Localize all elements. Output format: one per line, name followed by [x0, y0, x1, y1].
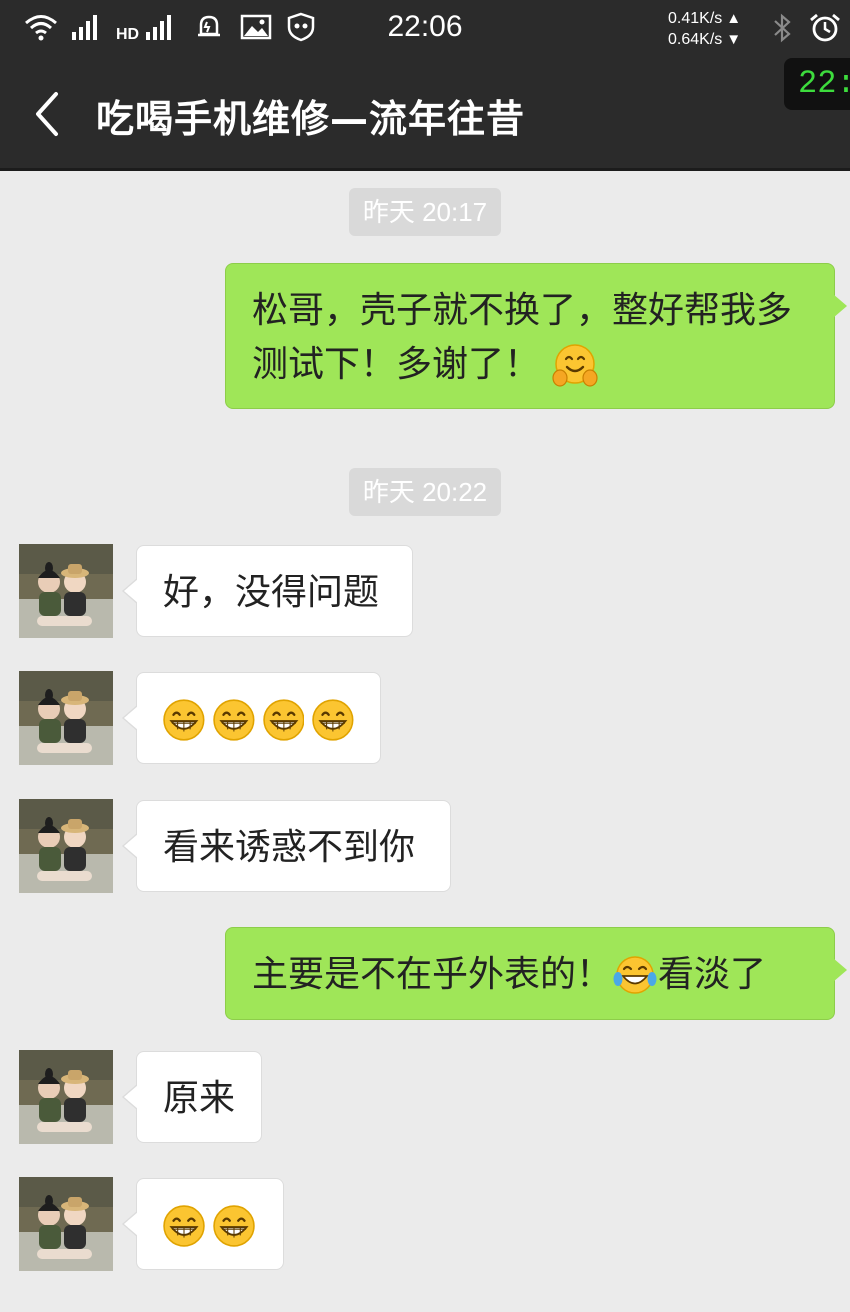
message-text: 原来: [163, 1078, 236, 1119]
chat-header: 吃喝手机维修—流年往昔: [0, 58, 850, 171]
speed-down: 0.64K/s: [668, 31, 723, 48]
emoji-row: [163, 693, 354, 747]
bluetooth-icon: [770, 12, 794, 48]
timestamp: 昨天 20:17: [0, 188, 850, 236]
arrow-up-icon: ▲: [726, 10, 742, 27]
grin-emoji: [212, 699, 255, 741]
speed-up: 0.41K/s: [668, 10, 723, 27]
alarm-clock-icon: [808, 12, 842, 48]
status-right-icons: [770, 12, 842, 48]
avatar[interactable]: [19, 671, 113, 765]
floating-clock-widget[interactable]: 22:: [784, 58, 850, 110]
status-bar: HD 22:06 0.41K/s ▲ 0.64K/s ▼: [0, 0, 850, 58]
message-text: 主要是不在乎外表的！: [252, 954, 613, 995]
back-button[interactable]: [26, 86, 70, 142]
grin-emoji: [262, 699, 305, 741]
grin-emoji: [163, 699, 205, 741]
incoming-message[interactable]: 原来: [122, 1051, 262, 1143]
avatar[interactable]: [19, 1050, 113, 1144]
grin-emoji: [213, 1205, 255, 1247]
incoming-message[interactable]: 好，没得问题: [122, 545, 413, 637]
avatar[interactable]: [19, 799, 113, 893]
incoming-message[interactable]: [122, 672, 381, 764]
network-speed: 0.41K/s ▲ 0.64K/s ▼: [668, 8, 741, 50]
outgoing-message[interactable]: 松哥，壳子就不换了，整好帮我多测试下！多谢了！: [225, 263, 847, 409]
timestamp-label: 昨天 20:17: [348, 188, 502, 236]
message-text: 看来诱惑不到你: [163, 827, 416, 868]
message-text: 松哥，壳子就不换了，整好帮我多测试下！多谢了！: [252, 290, 793, 385]
tears-of-joy-emoji: [613, 956, 657, 994]
emoji-row: [163, 1199, 257, 1253]
grin-emoji: [163, 1205, 205, 1247]
timestamp-label: 昨天 20:22: [348, 468, 502, 516]
message-text-after: 看淡了: [658, 954, 767, 995]
outgoing-message[interactable]: 主要是不在乎外表的！ 看淡了: [225, 927, 847, 1020]
grin-emoji: [312, 699, 354, 741]
chat-title: 吃喝手机维修—流年往昔: [96, 97, 526, 141]
message-text: 好，没得问题: [163, 572, 380, 613]
hug-face-emoji: [552, 344, 599, 387]
incoming-message[interactable]: 看来诱惑不到你: [122, 800, 451, 892]
incoming-message[interactable]: [122, 1178, 284, 1270]
chevron-left-icon: [36, 92, 58, 136]
arrow-down-icon: ▼: [726, 31, 742, 48]
avatar[interactable]: [19, 544, 113, 638]
timestamp: 昨天 20:22: [0, 468, 850, 516]
avatar[interactable]: [19, 1177, 113, 1271]
